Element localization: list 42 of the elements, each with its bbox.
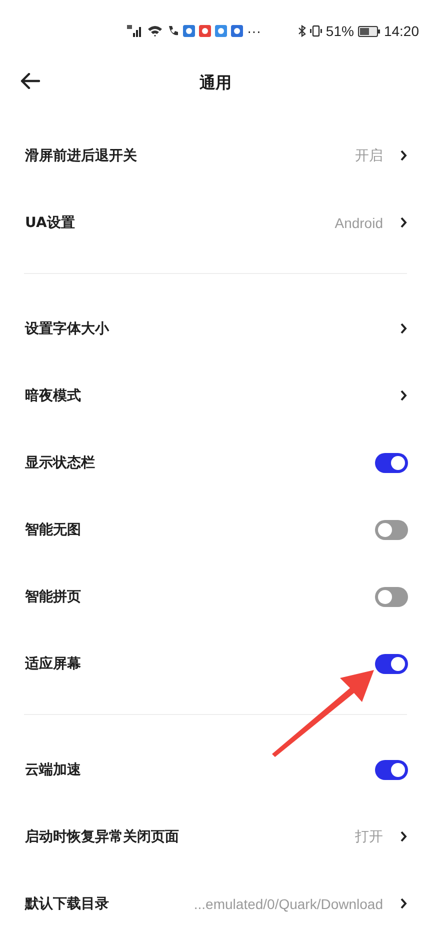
chevron-icon [400, 390, 407, 401]
app-icon [199, 25, 211, 37]
page-title: 通用 [200, 72, 232, 94]
signal-icon [127, 25, 143, 37]
back-button[interactable] [20, 73, 40, 89]
settings-row[interactable]: 云端加速 [0, 736, 431, 803]
settings-row[interactable]: 显示状态栏 [0, 429, 431, 496]
app-icon [215, 25, 227, 37]
settings-row[interactable]: 暗夜模式 [0, 362, 431, 429]
chevron-icon [400, 831, 407, 842]
setting-value: Android [334, 214, 383, 230]
battery-icon [358, 26, 380, 36]
chevron-icon [400, 150, 407, 161]
settings-row[interactable]: UA设置 Android [0, 189, 431, 256]
setting-value: 打开 [355, 828, 383, 846]
toggle-switch[interactable] [375, 760, 408, 780]
settings-row[interactable]: 默认下载目录 ...emulated/0/Quark/Download [0, 870, 431, 937]
toggle-switch[interactable] [375, 520, 408, 540]
vibrate-icon [310, 25, 322, 37]
chevron-icon [400, 323, 407, 334]
setting-value: ...emulated/0/Quark/Download [194, 896, 383, 912]
overflow-indicator: ··· [247, 23, 261, 39]
setting-value: 开启 [355, 146, 383, 164]
back-arrow-icon [20, 73, 40, 89]
wifi-icon [147, 25, 163, 37]
toggle-switch[interactable] [375, 586, 408, 606]
settings-row[interactable]: 智能无图 [0, 496, 431, 563]
chevron-icon [400, 217, 407, 228]
battery-percent: 51% [326, 23, 354, 39]
settings-row[interactable]: 启动时恢复异常关闭页面 打开 [0, 803, 431, 870]
settings-row[interactable]: 智能拼页 [0, 563, 431, 630]
phone-icon [167, 25, 179, 37]
settings-row[interactable]: 滑屏前进后退开关 开启 [0, 122, 431, 189]
chevron-icon [400, 898, 407, 909]
clock: 14:20 [384, 23, 419, 39]
toggle-switch[interactable] [375, 452, 408, 472]
settings-row[interactable]: 适应屏幕 [0, 630, 431, 697]
app-icon [183, 25, 195, 37]
settings-row[interactable]: 设置字体大小 [0, 295, 431, 362]
app-icon [231, 25, 243, 37]
bluetooth-icon [298, 25, 306, 37]
toggle-switch[interactable] [375, 654, 408, 674]
